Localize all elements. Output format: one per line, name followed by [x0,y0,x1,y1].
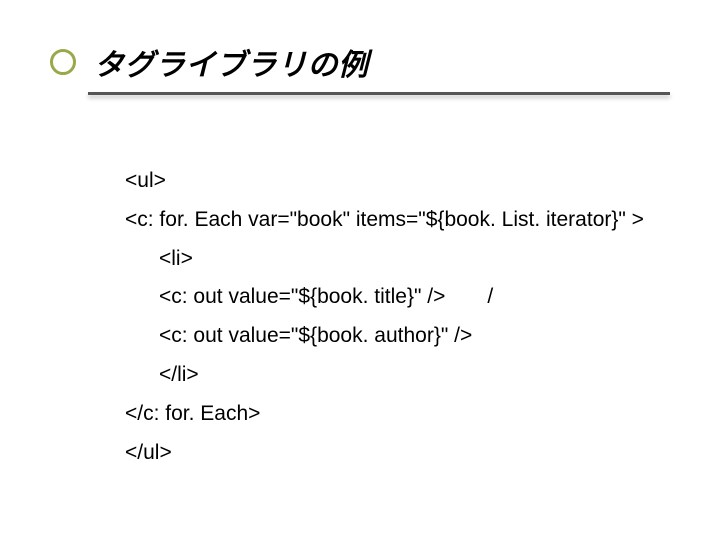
divider [88,92,670,95]
code-line: <li> [125,247,193,270]
title-row: タグライブラリの例 [50,40,670,84]
code-line: <c: out value="${book. author}" /> [125,324,472,347]
code-line: </c: for. Each> [125,402,260,425]
code-line: </li> [125,363,199,386]
code-block: <ul> <c: for. Each var="book" items="${b… [125,123,670,511]
slide: タグライブラリの例 <ul> <c: for. Each var="book" … [0,0,720,540]
code-line: <ul> [125,169,166,192]
slide-title: タグライブラリの例 [94,40,369,84]
code-line: </ul> [125,441,172,464]
bullet-icon [50,49,76,75]
code-line: <c: for. Each var="book" items="${book. … [125,208,644,231]
code-fragment: <c: out value="${book. title}" /> [159,285,445,308]
code-fragment: / [487,285,493,308]
code-line: <c: out value="${book. title}" /> / [125,285,493,308]
